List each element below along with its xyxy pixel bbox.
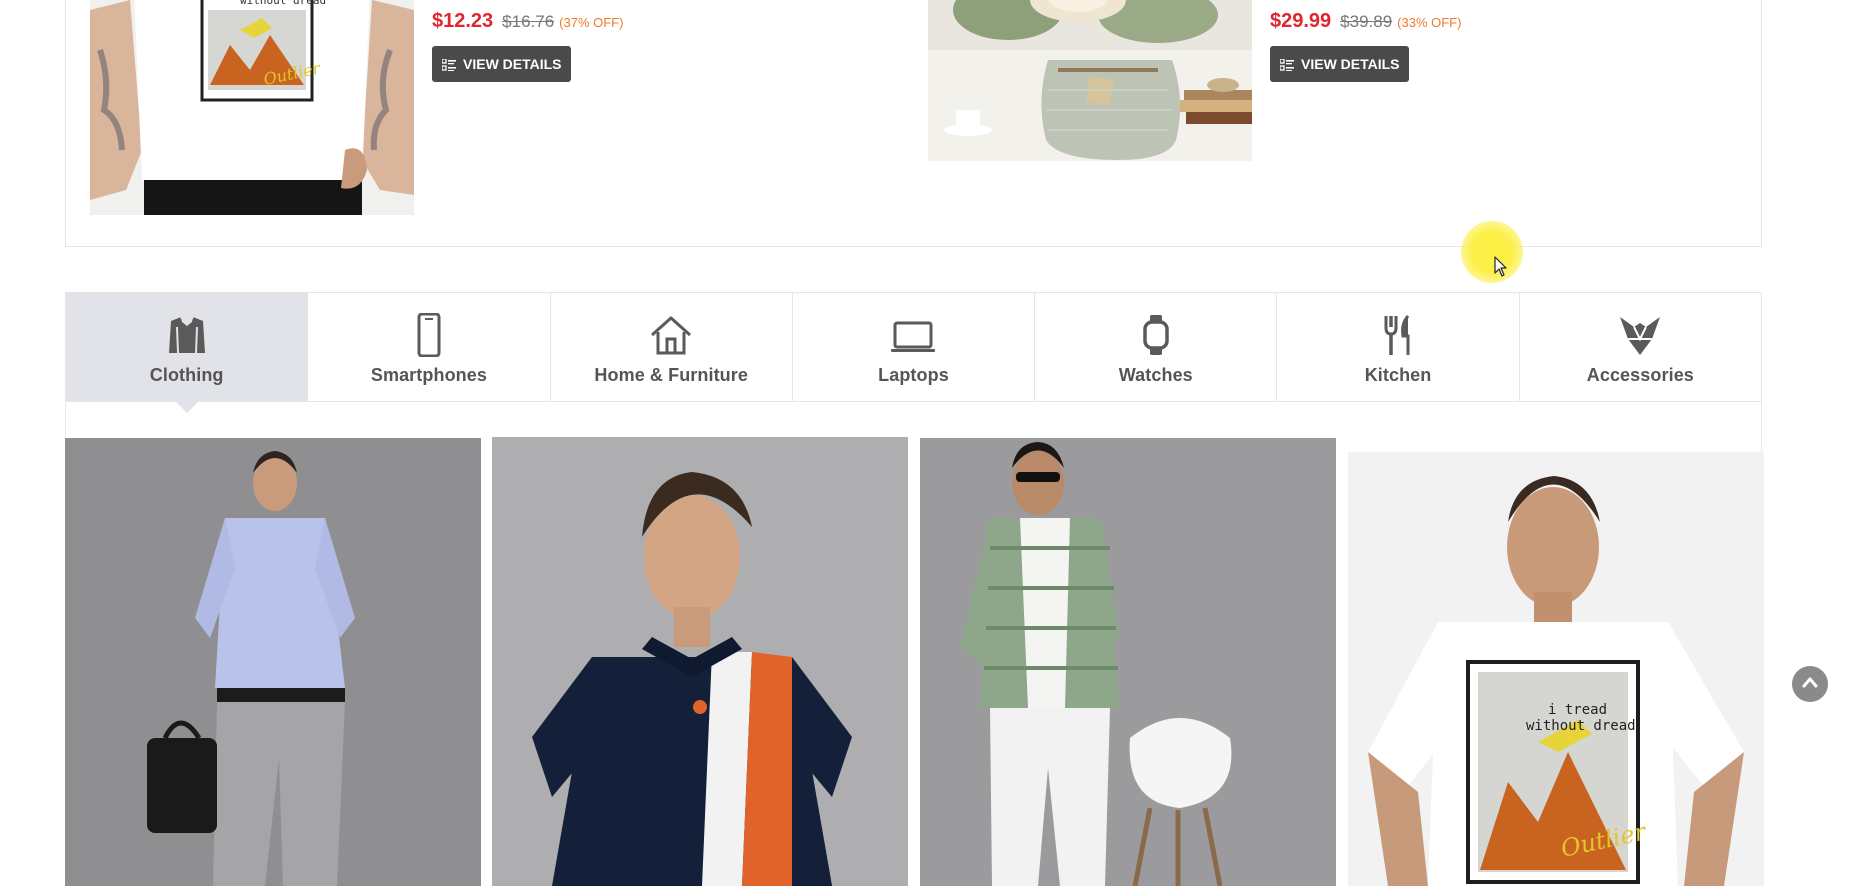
current-price: $29.99 bbox=[1270, 10, 1332, 32]
deal-info: $29.99 $39.89 (33% OFF) VIEW DETAILS bbox=[1270, 10, 1670, 82]
view-details-button[interactable]: VIEW DETAILS bbox=[1270, 46, 1409, 82]
tab-label: Smartphones bbox=[370, 365, 487, 385]
original-price: $39.89 bbox=[1340, 12, 1393, 31]
svg-text:i tread: i tread bbox=[1548, 702, 1607, 718]
tab-clothing[interactable]: Clothing bbox=[66, 293, 309, 401]
product-card[interactable]: i tread without dread Outlier bbox=[1348, 452, 1764, 886]
view-details-button[interactable]: VIEW DETAILS bbox=[432, 46, 571, 82]
svg-text:without dread: without dread bbox=[240, 0, 326, 7]
view-details-label: VIEW DETAILS bbox=[1301, 56, 1400, 72]
smartphone-icon bbox=[406, 312, 452, 358]
clothing-icon bbox=[164, 312, 210, 358]
deal-image[interactable] bbox=[928, 0, 1252, 161]
watch-icon bbox=[1133, 312, 1179, 358]
tab-home-furniture[interactable]: Home & Furniture bbox=[551, 293, 793, 401]
product-card[interactable] bbox=[65, 438, 481, 886]
accessories-icon bbox=[1617, 312, 1663, 358]
scroll-to-top-button[interactable] bbox=[1792, 666, 1828, 702]
laptop-icon bbox=[890, 312, 936, 358]
list-icon bbox=[441, 58, 456, 71]
cursor-highlight bbox=[1461, 221, 1523, 283]
discount-badge: (33% OFF) bbox=[1397, 15, 1462, 30]
home-icon bbox=[648, 312, 694, 358]
chevron-up-icon bbox=[1802, 675, 1818, 693]
kitchen-icon bbox=[1375, 312, 1421, 358]
product-card[interactable] bbox=[492, 437, 908, 886]
product-card[interactable] bbox=[920, 438, 1336, 886]
category-tabs: Clothing Smartphones Home & Furniture La… bbox=[65, 292, 1762, 402]
tab-accessories[interactable]: Accessories bbox=[1520, 293, 1761, 401]
price-row: $12.23 $16.76 (37% OFF) bbox=[432, 10, 832, 33]
tab-smartphones[interactable]: Smartphones bbox=[308, 293, 551, 401]
tab-kitchen[interactable]: Kitchen bbox=[1277, 293, 1520, 401]
deal-info: $12.23 $16.76 (37% OFF) VIEW DETAILS bbox=[432, 10, 832, 82]
tab-label: Accessories bbox=[1586, 365, 1694, 385]
tab-label: Laptops bbox=[878, 365, 949, 385]
deals-panel: without dread Outlier $12.23 $16.76 (37%… bbox=[65, 0, 1762, 247]
svg-text:without dread: without dread bbox=[1526, 718, 1636, 734]
discount-badge: (37% OFF) bbox=[559, 15, 624, 30]
list-icon bbox=[1279, 58, 1294, 71]
tab-watches[interactable]: Watches bbox=[1035, 293, 1278, 401]
current-price: $12.23 bbox=[432, 10, 494, 32]
tab-label: Clothing bbox=[149, 365, 224, 385]
original-price: $16.76 bbox=[502, 12, 555, 31]
tab-label: Kitchen bbox=[1364, 365, 1432, 385]
deal-image[interactable]: without dread Outlier bbox=[90, 0, 414, 215]
tab-laptops[interactable]: Laptops bbox=[793, 293, 1036, 401]
price-row: $29.99 $39.89 (33% OFF) bbox=[1270, 10, 1670, 33]
tab-label: Watches bbox=[1118, 365, 1193, 385]
view-details-label: VIEW DETAILS bbox=[463, 56, 562, 72]
tab-label: Home & Furniture bbox=[594, 365, 748, 385]
mouse-cursor-icon bbox=[1494, 256, 1508, 283]
